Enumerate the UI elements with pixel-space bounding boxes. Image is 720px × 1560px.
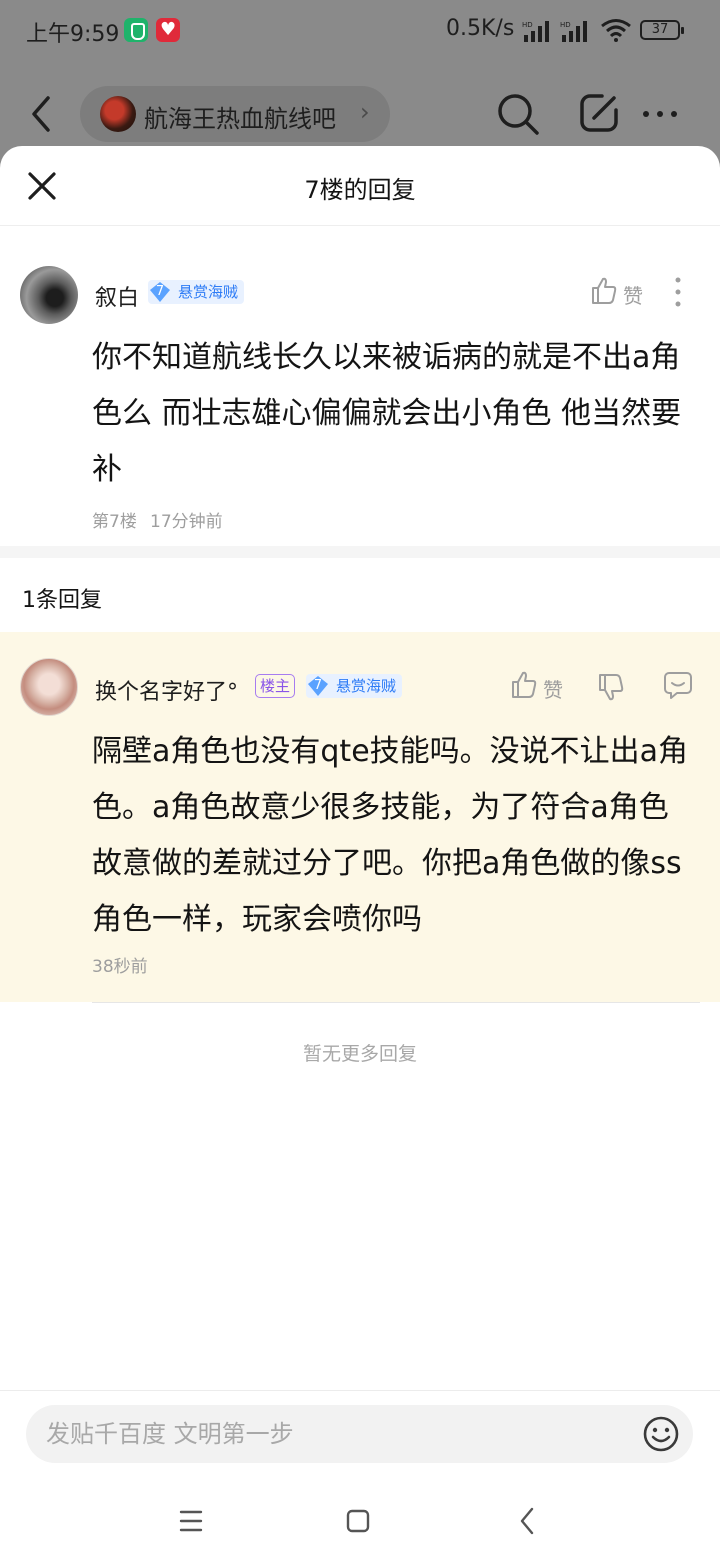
battery-icon: 37	[640, 20, 684, 40]
like-label[interactable]: 赞	[543, 674, 563, 703]
avatar[interactable]	[20, 266, 78, 324]
like-label[interactable]: 赞	[623, 280, 643, 309]
reply-divider	[92, 1002, 700, 1003]
forum-name: 航海王热血航线吧	[144, 105, 336, 133]
reply-item[interactable]: 换个名字好了° 楼主 7 悬赏海贼 赞 隔壁a角色也没有qte技能吗。没说不让出…	[0, 632, 720, 1002]
section-divider	[0, 546, 720, 558]
reply-composer[interactable]	[26, 1405, 693, 1463]
floor-post: 叙白 7 悬赏海贼 赞 你不知道航线长久以来被诟病的就是不出a角色么 而壮志雄心…	[0, 226, 720, 546]
security-app-icon	[124, 18, 148, 42]
svg-text:HD: HD	[560, 21, 571, 29]
network-speed: 0.5K/s	[446, 16, 515, 41]
post-username[interactable]: 叙白	[95, 280, 139, 312]
back-arrow-icon[interactable]	[28, 94, 58, 134]
reply-input[interactable]	[46, 1405, 626, 1463]
level-number: 7	[313, 678, 323, 693]
no-more-replies: 暂无更多回复	[302, 1043, 417, 1065]
more-vertical-icon[interactable]	[672, 276, 684, 308]
forum-top-nav: 航海王热血航线吧 ›	[0, 80, 720, 146]
sheet-header: 7楼的回复	[0, 146, 720, 226]
menu-icon[interactable]	[178, 1501, 204, 1541]
title-badge-text: 悬赏海贼	[178, 283, 239, 301]
reply-count: 1条回复	[22, 588, 102, 613]
owner-badge: 楼主	[255, 674, 296, 698]
chevron-right-icon: ›	[360, 98, 370, 126]
level-badge[interactable]: 7 悬赏海贼	[148, 280, 245, 304]
system-back-icon[interactable]	[514, 1501, 540, 1541]
edit-post-icon[interactable]	[578, 92, 620, 134]
thumbs-up-icon[interactable]	[510, 670, 538, 700]
reply-sheet: 7楼的回复 叙白 7 悬赏海贼 赞 你不知道航线长久以来被诟病的就是不出a角色么…	[0, 146, 720, 1560]
system-navigation-bar	[0, 1491, 720, 1551]
dimmed-backdrop[interactable]: 上午9:59 0.5K/s HD HD 37 航海王热血航线吧 ›	[0, 0, 720, 170]
forum-avatar	[100, 96, 136, 132]
wifi-icon	[601, 19, 631, 42]
signal-1-icon: HD	[522, 21, 549, 42]
post-time: 17分钟前	[150, 512, 223, 532]
svg-text:HD: HD	[522, 21, 533, 29]
forum-link[interactable]: 航海王热血航线吧 ›	[80, 86, 390, 142]
thumbs-up-icon[interactable]	[590, 276, 618, 306]
title-badge-text: 悬赏海贼	[336, 677, 397, 695]
more-options-icon[interactable]	[640, 92, 680, 136]
reply-username[interactable]: 换个名字好了°	[95, 674, 238, 706]
level-badge[interactable]: 7 悬赏海贼	[306, 674, 403, 698]
thumbs-down-icon[interactable]	[597, 672, 625, 702]
avatar[interactable]	[20, 658, 78, 716]
home-icon[interactable]	[345, 1501, 371, 1541]
status-time: 上午9:59	[26, 22, 120, 47]
floor-number: 第7楼	[92, 512, 137, 532]
post-body: 你不知道航线长久以来被诟病的就是不出a角色么 而壮志雄心偏偏就会出小角色 他当然…	[92, 340, 682, 487]
sheet-title: 7楼的回复	[304, 176, 416, 204]
signal-2-icon: HD	[560, 21, 587, 42]
reply-body: 隔壁a角色也没有qte技能吗。没说不让出a角色。a角色故意少很多技能，为了符合a…	[92, 734, 689, 937]
status-bar: 上午9:59 0.5K/s HD HD 37	[0, 0, 720, 62]
comment-icon[interactable]	[663, 670, 693, 700]
emoji-icon[interactable]	[642, 1415, 680, 1453]
bottom-bar	[0, 1390, 720, 1560]
heart-app-icon	[156, 18, 180, 42]
search-icon[interactable]	[496, 92, 540, 136]
reply-time: 38秒前	[92, 957, 148, 977]
level-number: 7	[155, 284, 165, 299]
